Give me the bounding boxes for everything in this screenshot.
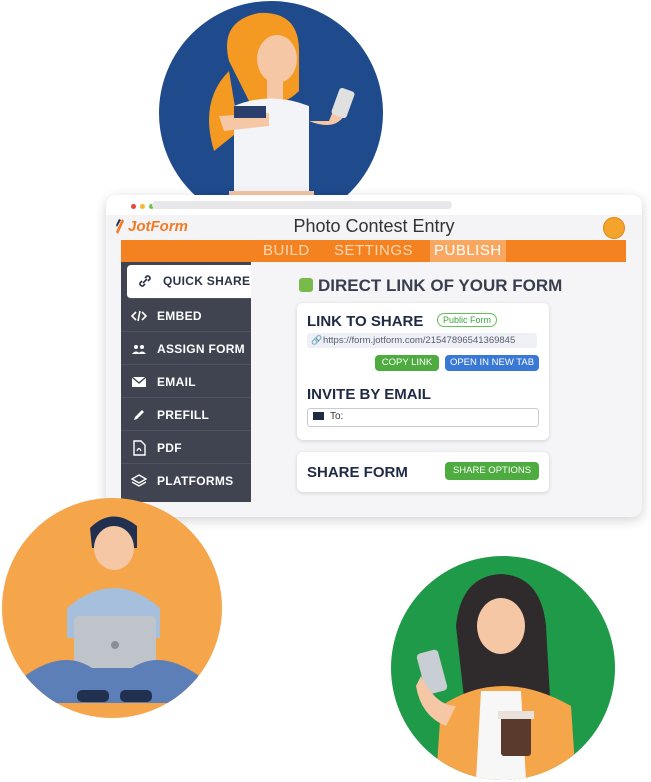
- sidebar-item-quick-share[interactable]: QUICK SHARE: [127, 265, 251, 299]
- users-icon: [132, 345, 146, 354]
- illustration-woman-shopping: [159, 1, 383, 225]
- tab-settings[interactable]: SETTINGS: [334, 242, 413, 259]
- sidebar-item-label: EMBED: [157, 309, 202, 323]
- layers-icon: [131, 474, 147, 487]
- form-header: JotForm Photo Contest Entry: [106, 215, 642, 239]
- copy-link-button[interactable]: COPY LINK: [375, 355, 439, 371]
- window-titlebar: [106, 195, 642, 215]
- link-card: LINK TO SHARE Public Form 🔗 https://form…: [297, 303, 549, 440]
- envelope-icon: [313, 412, 324, 420]
- address-bar[interactable]: [152, 201, 452, 209]
- public-form-badge: Public Form: [437, 313, 498, 327]
- avatar[interactable]: [603, 217, 625, 239]
- pen-icon: [134, 410, 144, 420]
- illustration-woman-coffee: [391, 556, 615, 780]
- sidebar-item-email[interactable]: EMAIL: [121, 366, 251, 398]
- close-dot[interactable]: [131, 204, 136, 209]
- link-to-share-title: LINK TO SHARE: [307, 313, 424, 330]
- minimize-dot[interactable]: [140, 204, 145, 209]
- sidebar-item-label: PREFILL: [157, 408, 210, 422]
- publish-sidebar: QUICK SHARE EMBED ASSIGN FORM EMAIL PREF…: [121, 262, 251, 502]
- page-title: DIRECT LINK OF YOUR FORM: [318, 276, 563, 295]
- sidebar-item-label: EMAIL: [157, 375, 196, 389]
- email-to-field[interactable]: To:: [307, 408, 539, 427]
- envelope-icon: [131, 376, 147, 387]
- to-label: To:: [330, 411, 344, 422]
- sidebar-item-label: PLATFORMS: [157, 474, 234, 488]
- sidebar-item-assign-form[interactable]: ASSIGN FORM: [121, 333, 251, 365]
- form-link-field[interactable]: 🔗 https://form.jotform.com/2154789654136…: [307, 333, 537, 348]
- sidebar-item-platforms[interactable]: PLATFORMS: [121, 465, 251, 496]
- sidebar-item-embed[interactable]: EMBED: [121, 300, 251, 332]
- sidebar-item-label: QUICK SHARE: [163, 274, 251, 288]
- link-icon: [139, 275, 151, 287]
- illustration-man-laptop: [2, 498, 222, 718]
- sidebar-item-label: ASSIGN FORM: [157, 342, 245, 356]
- share-options-button[interactable]: SHARE OPTIONS: [445, 462, 539, 480]
- pdf-icon: [133, 440, 146, 456]
- form-url: https://form.jotform.com/215478965413698…: [323, 335, 516, 346]
- top-tabs: BUILD SETTINGS PUBLISH: [121, 240, 626, 262]
- share-form-title: SHARE FORM: [307, 464, 408, 481]
- link-icon: [299, 278, 313, 292]
- sidebar-item-label: PDF: [157, 441, 182, 455]
- tab-publish[interactable]: PUBLISH: [430, 240, 506, 262]
- sidebar-item-prefill[interactable]: PREFILL: [121, 399, 251, 431]
- app-window: JotForm Photo Contest Entry BUILD SETTIN…: [106, 195, 642, 517]
- sidebar-item-pdf[interactable]: PDF: [121, 432, 251, 464]
- open-new-tab-button[interactable]: OPEN IN NEW TAB: [445, 355, 539, 371]
- share-form-card: SHARE FORM SHARE OPTIONS: [297, 452, 549, 492]
- link-icon: 🔗: [311, 335, 323, 345]
- invite-by-email-title: INVITE BY EMAIL: [307, 386, 431, 403]
- tab-build[interactable]: BUILD: [263, 242, 310, 259]
- code-icon: [131, 310, 147, 322]
- main-panel: DIRECT LINK OF YOUR FORM LINK TO SHARE P…: [251, 262, 626, 502]
- form-title: Photo Contest Entry: [293, 216, 455, 236]
